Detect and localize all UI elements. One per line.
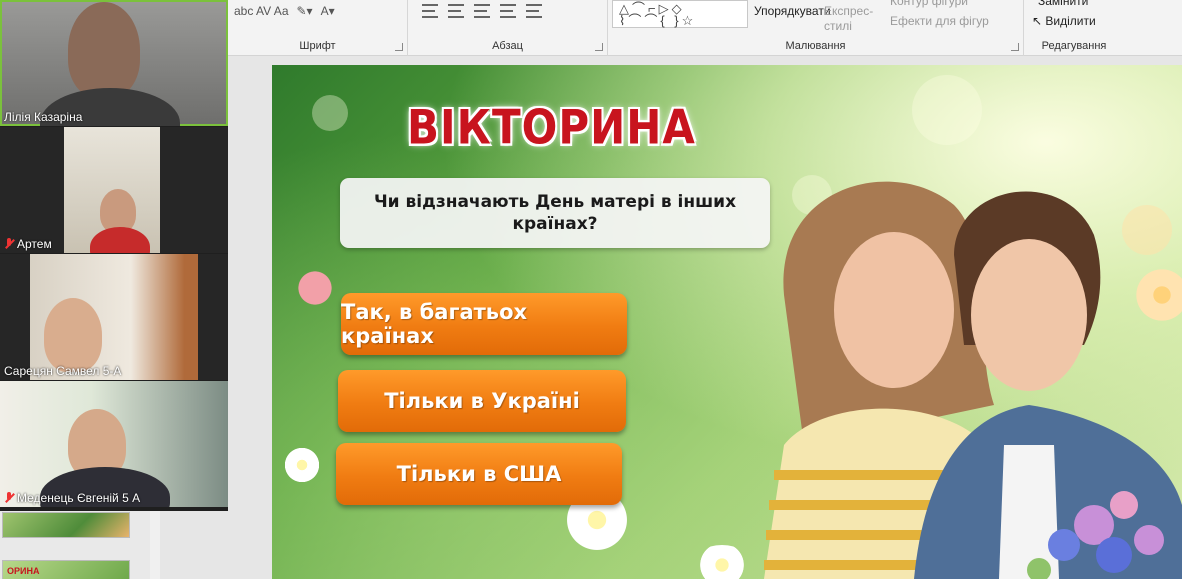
align-center-icon[interactable] <box>448 4 464 18</box>
slide-thumbnail[interactable]: ОРИНА <box>2 560 130 579</box>
slide-thumbnail[interactable] <box>2 512 130 538</box>
quiz-title: ВІКТОРИНА <box>407 100 696 155</box>
select-button[interactable]: Виділити <box>1045 14 1095 28</box>
dialog-launcher-icon[interactable] <box>1011 43 1019 51</box>
answer-button[interactable]: Тільки в США <box>336 443 622 505</box>
shape-outline-button[interactable]: Контур фігури <box>890 0 968 8</box>
editing-group-caption: Редагування <box>1041 40 1107 52</box>
shape-effects-button[interactable]: Ефекти для фігур <box>890 14 989 28</box>
participant-name: Меденець Євгеній 5 А <box>17 491 141 505</box>
answer-button[interactable]: Так, в багатьох країнах <box>341 293 627 355</box>
font-group: abc AV Aa ✎▾ A▾ Шрифт <box>228 0 408 56</box>
font-tools[interactable]: abc AV Aa <box>234 4 289 18</box>
paragraph-group: Абзац <box>408 0 608 56</box>
font-group-caption: Шрифт <box>299 40 336 52</box>
thumbnail-title: ОРИНА <box>7 566 40 576</box>
ribbon: abc AV Aa ✎▾ A▾ Шрифт Абзац △⌒⌐▷◇ ⌇⌒⌒{ }☆… <box>228 0 1182 56</box>
justify-icon[interactable] <box>500 4 516 18</box>
participant-name: Артем <box>17 237 52 251</box>
participant-name: Лілія Казаріна <box>4 110 83 124</box>
arrange-button[interactable]: Упорядкувати <box>754 4 831 18</box>
align-left-icon[interactable] <box>422 4 438 18</box>
highlight-icon[interactable]: ✎▾ <box>297 4 313 18</box>
participant-video[interactable]: Сарецян Самвел 5-А <box>0 254 228 380</box>
muted-mic-icon <box>4 238 14 250</box>
drawing-group-caption: Малювання <box>785 40 846 52</box>
video-participants-panel: Лілія Казаріна Артем Сарецян Самвел 5-А … <box>0 0 228 511</box>
answer-button[interactable]: Тільки в Україні <box>338 370 626 432</box>
align-right-icon[interactable] <box>474 4 490 18</box>
dialog-launcher-icon[interactable] <box>595 43 603 51</box>
font-color-icon[interactable]: A▾ <box>321 4 335 18</box>
mother-and-son-illustration <box>764 181 1182 579</box>
replace-button[interactable]: Замінити <box>1038 0 1088 8</box>
paragraph-group-caption: Абзац <box>492 40 523 52</box>
participant-video[interactable]: Меденець Євгеній 5 А <box>0 381 228 507</box>
columns-icon[interactable] <box>526 4 542 18</box>
cursor-icon: ↖ <box>1032 14 1043 28</box>
drawing-group: △⌒⌐▷◇ ⌇⌒⌒{ }☆ Упорядкувати Експрес-стилі … <box>608 0 1024 56</box>
participant-name: Сарецян Самвел 5-А <box>4 364 122 378</box>
participant-video[interactable]: Лілія Казаріна <box>0 0 228 126</box>
muted-mic-icon <box>4 492 14 504</box>
dialog-launcher-icon[interactable] <box>395 43 403 51</box>
slide-canvas[interactable]: ВІКТОРИНА Чи відзначають День матері в і… <box>272 65 1182 579</box>
participant-video[interactable]: Артем <box>0 127 228 253</box>
editing-group: Замінити ↖ Виділити Редагування <box>1024 0 1124 56</box>
question-box: Чи відзначають День матері в інших країн… <box>340 178 770 248</box>
shapes-gallery[interactable]: △⌒⌐▷◇ ⌇⌒⌒{ }☆ <box>612 0 748 28</box>
quick-styles-button[interactable]: Експрес-стилі <box>824 4 876 34</box>
